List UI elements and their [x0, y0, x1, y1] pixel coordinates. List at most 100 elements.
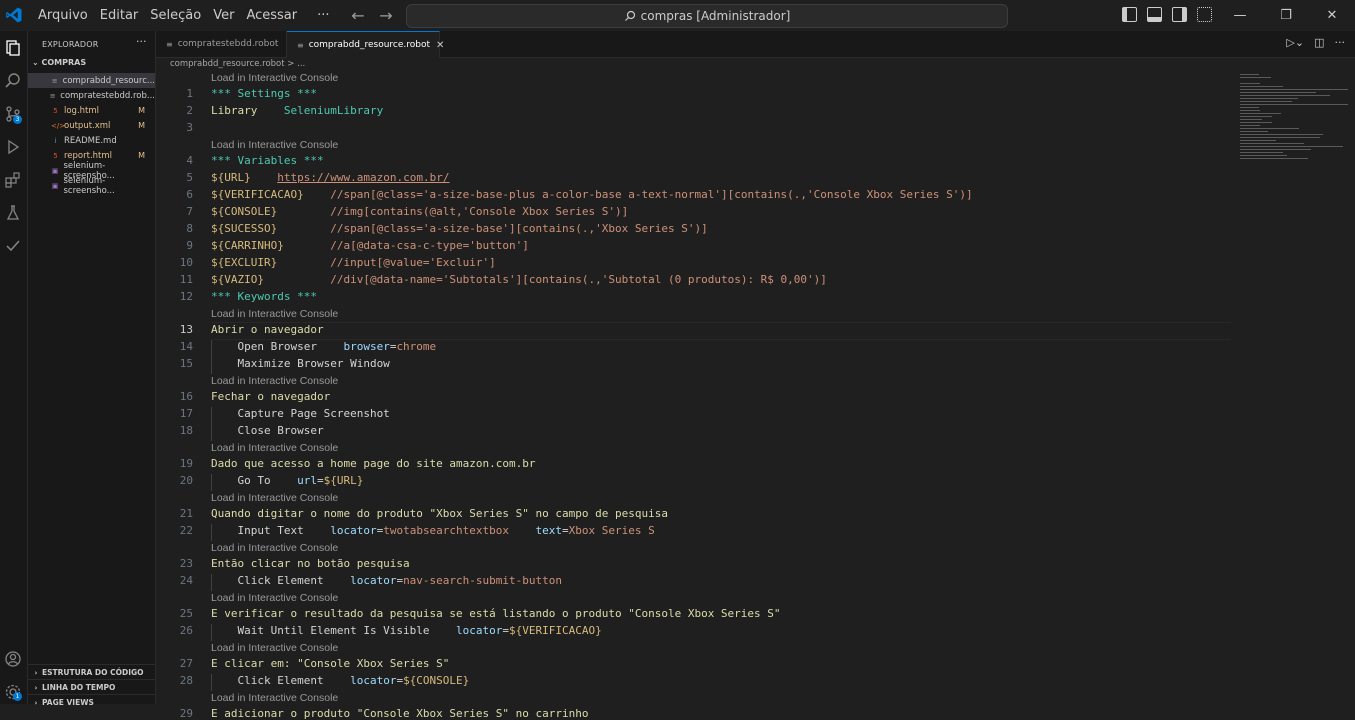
code-token: Click Element [211, 574, 351, 587]
tab-compratestebdd[interactable]: ≡ compratestebdd.robot [156, 31, 287, 57]
code-token: = [562, 524, 569, 537]
line-number: 26 [179, 624, 193, 637]
code-line[interactable]: Library SeleniumLibrary [211, 104, 383, 117]
code-line[interactable]: ${CARRINHO} //a[@data-csa-c-type='button… [211, 239, 529, 252]
code-line[interactable]: Abrir o navegador [211, 323, 324, 336]
code-line[interactable]: Quando digitar o nome do produto "Xbox S… [211, 507, 668, 520]
code-line[interactable]: ${URL} https://www.amazon.com.br/ [211, 171, 449, 184]
menu-editar[interactable]: Editar [94, 0, 145, 31]
code-line[interactable]: Click Element locator=${CONSOLE} [211, 674, 469, 687]
run-debug-icon[interactable] [4, 138, 22, 156]
tab-comprabdd-resource[interactable]: ≡ comprabdd_resource.robot ✕ [287, 31, 444, 58]
minimap-line [1240, 92, 1316, 93]
section-label: LINHA DO TEMPO [42, 683, 116, 692]
code-line[interactable]: ${VAZIO} //div[@data-name='Subtotals'][c… [211, 273, 827, 286]
menu-more[interactable]: ··· [311, 0, 335, 31]
restore-icon[interactable]: ❐ [1263, 0, 1309, 31]
testing-flask-icon[interactable] [4, 204, 22, 222]
file-item[interactable]: i README.md [28, 133, 155, 148]
sidebar-section[interactable]: › ESTRUTURA DO CÓDIGO [28, 664, 155, 680]
minimap-line [1240, 95, 1330, 96]
minimap-line [1240, 113, 1281, 114]
file-item[interactable]: ▣ selenium-screensho... [28, 176, 155, 196]
toggle-panel-icon[interactable] [1147, 7, 1162, 22]
code-line[interactable]: Go To url=${URL} [211, 474, 363, 487]
code-line[interactable]: *** Keywords *** [211, 290, 317, 303]
menu-selecao[interactable]: Seleção [144, 0, 207, 31]
file-item[interactable]: 5 log.html M [28, 103, 155, 118]
minimize-icon[interactable]: — [1217, 0, 1263, 31]
code-line[interactable]: E adicionar o produto "Console Xbox Seri… [211, 707, 589, 720]
codelens-load-interactive-console[interactable]: Load in Interactive Console [211, 542, 338, 554]
codelens-load-interactive-console[interactable]: Load in Interactive Console [211, 308, 338, 320]
minimap-line [1240, 140, 1276, 141]
codelens-load-interactive-console[interactable]: Load in Interactive Console [211, 692, 338, 704]
code-line[interactable]: Open Browser browser=chrome [211, 340, 436, 353]
minimap[interactable] [1236, 71, 1354, 171]
menu-ver[interactable]: Ver [207, 0, 240, 31]
code-line[interactable]: Então clicar no botão pesquisa [211, 557, 410, 570]
close-tab-icon[interactable]: ✕ [436, 40, 444, 51]
code-token: Library [211, 104, 284, 117]
explorer-icon[interactable] [4, 39, 22, 57]
line-number: 19 [179, 457, 193, 470]
run-dropdown-icon[interactable]: ▷⌄ [1286, 36, 1304, 49]
line-number: 21 [179, 507, 193, 520]
toggle-sidebar-icon[interactable] [1122, 7, 1137, 22]
account-icon[interactable] [4, 650, 22, 668]
code-line[interactable]: Click Element locator=nav-search-submit-… [211, 574, 562, 587]
file-item[interactable]: </> output.xml M [28, 118, 155, 133]
command-center-search[interactable]: compras [Administrador] [406, 4, 1008, 28]
code-line[interactable]: ${SUCESSO} //span[@class='a-size-base'][… [211, 222, 708, 235]
menu-arquivo[interactable]: Arquivo [32, 0, 94, 31]
code-line[interactable]: E verificar o resultado da pesquisa se e… [211, 607, 781, 620]
extensions-icon[interactable] [4, 171, 22, 189]
code-line[interactable]: Close Browser [211, 424, 323, 437]
code-line[interactable]: Wait Until Element Is Visible locator=${… [211, 624, 601, 637]
codelens-load-interactive-console[interactable]: Load in Interactive Console [211, 492, 338, 504]
code-token: ${CARRINHO} [211, 239, 284, 252]
codelens-load-interactive-console[interactable]: Load in Interactive Console [211, 442, 338, 454]
explorer-more-icon[interactable]: ··· [136, 35, 147, 48]
code-line[interactable]: Dado que acesso a home page do site amaz… [211, 457, 536, 470]
toggle-secondary-sidebar-icon[interactable] [1172, 7, 1187, 22]
code-line[interactable]: ${VERIFICACAO} //span[@class='a-size-bas… [211, 188, 973, 201]
search-view-icon[interactable] [4, 72, 22, 90]
folder-compras[interactable]: ⌄ COMPRAS [32, 58, 86, 67]
codelens-load-interactive-console[interactable]: Load in Interactive Console [211, 642, 338, 654]
code-line[interactable]: Fechar o navegador [211, 390, 330, 403]
sidebar-section[interactable]: › PAGE VIEWS [28, 694, 155, 710]
checkmark-icon[interactable] [4, 237, 22, 255]
codelens-load-interactive-console[interactable]: Load in Interactive Console [211, 139, 338, 151]
forward-arrow-icon[interactable]: → [376, 6, 396, 25]
close-window-icon[interactable]: ✕ [1309, 0, 1355, 31]
minimap-line [1240, 152, 1283, 153]
chevron-right-icon: › [34, 668, 38, 677]
code-token: locator [330, 524, 377, 537]
code-line[interactable]: Input Text locator = twotabsearchtextbox t… [211, 524, 654, 537]
codelens-load-interactive-console[interactable]: Load in Interactive Console [211, 592, 338, 604]
codelens-load-interactive-console[interactable]: Load in Interactive Console [211, 375, 338, 387]
menu-acessar[interactable]: Acessar [240, 0, 303, 31]
code-line[interactable]: E clicar em: "Console Xbox Series S" [211, 657, 449, 670]
line-number: 13 [179, 323, 193, 336]
code-token: E adicionar o produto "Console Xbox Seri… [211, 707, 589, 720]
code-line[interactable]: ${CONSOLE} //img[contains(@alt,'Console … [211, 205, 628, 218]
codelens-load-interactive-console[interactable]: Load in Interactive Console [211, 72, 338, 84]
customize-layout-icon[interactable] [1197, 7, 1212, 22]
more-actions-icon[interactable]: ··· [1335, 36, 1346, 49]
code-line[interactable]: Capture Page Screenshot [211, 407, 389, 420]
code-line[interactable]: Maximize Browser Window [211, 357, 389, 370]
code-line[interactable]: ${EXCLUIR} //input[@value='Excluir'] [211, 256, 496, 269]
file-item[interactable]: ≡ compratestebdd.rob... [28, 88, 155, 103]
split-editor-icon[interactable]: ◫ [1314, 36, 1324, 49]
file-type-icon: ≡ [51, 76, 58, 85]
code-line[interactable]: *** Variables *** [211, 154, 324, 167]
back-arrow-icon[interactable]: ← [348, 6, 368, 25]
sidebar-section[interactable]: › LINHA DO TEMPO [28, 679, 155, 695]
code-editor[interactable]: Load in Interactive Console 1 *** Settings… [156, 71, 1236, 720]
code-line[interactable]: *** Settings *** [211, 87, 317, 100]
breadcrumb[interactable]: comprabdd_resource.robot > ... [156, 57, 305, 71]
file-type-icon: ▣ [51, 166, 59, 175]
file-item[interactable]: ≡ comprabdd_resourc... [28, 73, 155, 88]
